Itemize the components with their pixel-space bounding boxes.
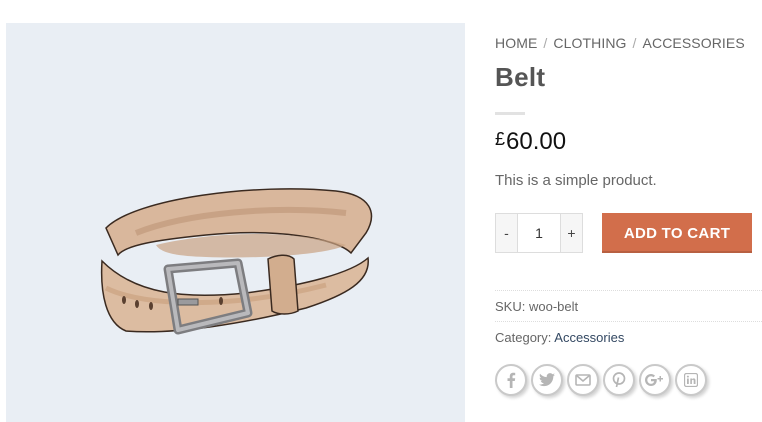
product-image[interactable] [6,23,465,422]
breadcrumb-separator: / [543,35,548,51]
share-icons [495,364,711,396]
breadcrumb-home[interactable]: HOME [495,35,537,51]
linkedin-icon[interactable] [675,364,707,396]
pinterest-icon[interactable] [603,364,635,396]
quantity-minus-button[interactable]: - [496,214,518,252]
quantity-input[interactable] [518,214,560,252]
breadcrumb-separator: / [632,35,637,51]
google-plus-icon[interactable] [639,364,671,396]
product-category: Category: Accessories [495,330,624,345]
email-icon[interactable] [567,364,599,396]
price-amount: 60.00 [506,128,567,155]
short-description: This is a simple product. [495,172,657,189]
breadcrumb-clothing[interactable]: CLOTHING [553,35,626,51]
category-link[interactable]: Accessories [554,330,624,345]
meta-divider [495,290,762,291]
product-price: £60.00 [495,128,566,156]
twitter-icon[interactable] [531,364,563,396]
product-sku: SKU: woo-belt [495,299,578,314]
facebook-icon[interactable] [495,364,527,396]
breadcrumb-accessories[interactable]: ACCESSORIES [643,35,745,51]
product-summary: HOME / CLOTHING / ACCESSORIES Belt £60.00 Th… [495,0,762,422]
add-to-cart-button[interactable]: ADD TO CART [602,213,752,253]
quantity-stepper: - + [495,213,583,253]
sku-label: SKU: [495,299,526,314]
meta-divider [495,321,762,322]
breadcrumb: HOME / CLOTHING / ACCESSORIES [495,35,745,51]
price-currency: £ [495,129,506,149]
sku-value: woo-belt [528,299,579,314]
title-divider [495,112,525,115]
quantity-plus-button[interactable]: + [560,214,582,252]
category-label: Category: [495,330,552,345]
product-title: Belt [495,62,546,92]
belt-illustration [100,188,373,335]
